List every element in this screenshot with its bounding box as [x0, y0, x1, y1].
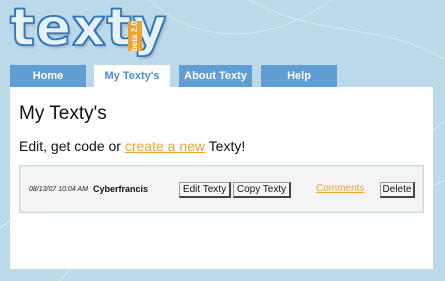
tab-home[interactable]: Home — [10, 65, 86, 87]
intro-prefix: Edit, get code or — [19, 138, 125, 154]
create-new-link[interactable]: create a new — [125, 138, 205, 154]
copy-texty-button[interactable]: Copy Texty — [233, 182, 291, 198]
content-panel: My Texty's Edit, get code or create a ne… — [10, 87, 433, 269]
delete-button[interactable]: Delete — [380, 182, 415, 198]
texty-list: 08/13/07 10:04 AM Cyberfrancis Edit Text… — [19, 165, 424, 213]
tab-help[interactable]: Help — [261, 65, 337, 87]
list-item: 08/13/07 10:04 AM Cyberfrancis Edit Text… — [20, 166, 423, 212]
item-author: Cyberfrancis — [93, 184, 149, 194]
beta-badge: beta 2.0 — [128, 21, 142, 51]
edit-texty-button[interactable]: Edit Texty — [179, 182, 231, 198]
intro-suffix: Texty! — [205, 138, 246, 154]
logo-wordmark: texty — [9, 0, 168, 58]
tab-my-textys[interactable]: My Texty's — [94, 65, 170, 87]
comments-link[interactable]: Comments — [316, 183, 364, 194]
tab-about-texty[interactable]: About Texty — [179, 65, 252, 87]
intro-text: Edit, get code or create a new Texty! — [19, 138, 245, 154]
page-title: My Texty's — [19, 103, 107, 124]
item-timestamp: 08/13/07 10:04 AM — [29, 186, 88, 193]
